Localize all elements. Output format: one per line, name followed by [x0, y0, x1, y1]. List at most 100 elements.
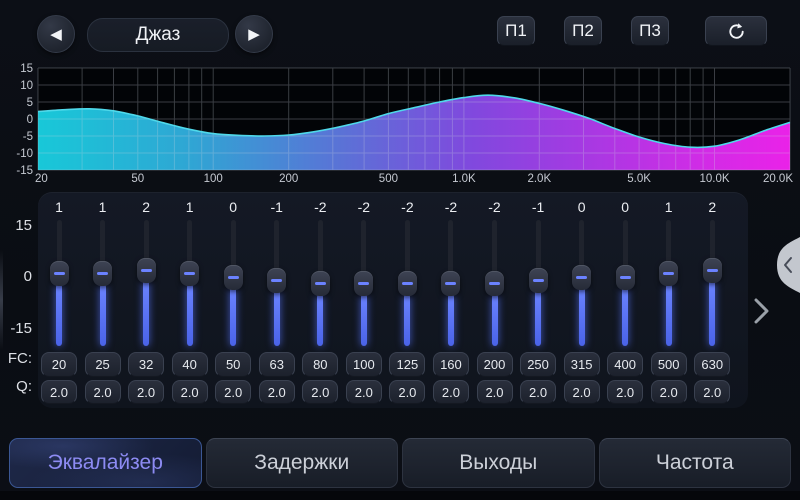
preset-slot-3-button[interactable]: П3 [631, 16, 669, 46]
band-630-slider-thumb[interactable] [703, 258, 722, 283]
preset-prev-button[interactable]: ◀ [37, 15, 75, 53]
band-40-thumb-mark [184, 272, 195, 275]
band-40-gain-value: 1 [168, 199, 212, 215]
y-axis-tick-label: -15 [16, 165, 33, 177]
fc-row-label: FC: [0, 351, 32, 367]
band-500-q-button[interactable]: 2.0 [651, 380, 687, 404]
band-315-q-button[interactable]: 2.0 [564, 380, 600, 404]
band-20-slider-thumb[interactable] [50, 261, 69, 286]
band-500-fc-button[interactable]: 500 [651, 352, 687, 377]
x-axis-tick-label: 50 [131, 173, 144, 185]
gain-scale-label: -15 [0, 321, 32, 337]
band-160-fc-button[interactable]: 160 [433, 352, 469, 377]
band-400-slider-fill [622, 287, 628, 346]
band-32-q-button[interactable]: 2.0 [128, 380, 164, 404]
band-125-fc-button[interactable]: 125 [389, 352, 425, 377]
band-20-q-button[interactable]: 2.0 [41, 380, 77, 404]
x-axis-tick-label: 2.0K [527, 173, 551, 185]
x-axis-tick-label: 200 [279, 173, 298, 185]
band-500-gain-value: 1 [647, 199, 691, 215]
band-125-gain-value: -2 [385, 199, 429, 215]
band-50-gain-value: 0 [211, 199, 255, 215]
band-63-thumb-mark [271, 279, 282, 282]
band-200-q-button[interactable]: 2.0 [477, 380, 513, 404]
band-40-q-button[interactable]: 2.0 [172, 380, 208, 404]
band-400-q-button[interactable]: 2.0 [607, 380, 643, 404]
preset-next-button[interactable]: ▶ [235, 15, 273, 53]
band-200-fc-button[interactable]: 200 [477, 352, 513, 377]
band-63-gain-value: -1 [255, 199, 299, 215]
band-250-fc-button[interactable]: 250 [520, 352, 556, 377]
band-200-gain-value: -2 [473, 199, 517, 215]
y-axis-tick-label: -5 [23, 131, 33, 143]
side-drawer-handle[interactable] [777, 237, 800, 293]
band-25-fc-button[interactable]: 25 [85, 352, 121, 377]
band-200-slider-thumb[interactable] [485, 271, 504, 296]
x-axis-tick-label: 5.0K [627, 173, 651, 185]
band-250-slider-thumb[interactable] [529, 268, 548, 293]
band-160-slider-thumb[interactable] [441, 271, 460, 296]
band-50-q-button[interactable]: 2.0 [215, 380, 251, 404]
band-20-slider-fill [56, 284, 62, 346]
band-80-q-button[interactable]: 2.0 [302, 380, 338, 404]
band-100-q-button[interactable]: 2.0 [346, 380, 382, 404]
band-100-fc-button[interactable]: 100 [346, 352, 382, 377]
preset-slot-2-button[interactable]: П2 [564, 16, 602, 46]
band-160-gain-value: -2 [429, 199, 473, 215]
right-arrow-icon: ▶ [248, 27, 260, 42]
band-160-q-button[interactable]: 2.0 [433, 380, 469, 404]
band-25-gain-value: 1 [81, 199, 125, 215]
band-250-gain-value: -1 [516, 199, 560, 215]
band-630-fc-button[interactable]: 630 [694, 352, 730, 377]
x-axis-tick-label: 100 [204, 173, 223, 185]
band-630-slider-fill [709, 280, 715, 346]
gain-scale-label: 15 [0, 218, 32, 234]
band-400-fc-button[interactable]: 400 [607, 352, 643, 377]
band-63-slider-thumb[interactable] [267, 268, 286, 293]
band-25-slider-thumb[interactable] [93, 261, 112, 286]
band-80-thumb-mark [315, 282, 326, 285]
preset-slot-1-button[interactable]: П1 [497, 16, 535, 46]
band-40-fc-button[interactable]: 40 [172, 352, 208, 377]
equalizer-screen: ◀ Джаз ▶ П1П2П3 151050-5-10-152050100200… [0, 0, 800, 500]
left-arrow-icon: ◀ [50, 27, 62, 42]
tab-delays[interactable]: Задержки [206, 438, 399, 488]
band-500-slider-thumb[interactable] [659, 261, 678, 286]
band-315-slider-fill [579, 287, 585, 346]
band-20-fc-button[interactable]: 20 [41, 352, 77, 377]
scroll-right-chevron[interactable] [752, 297, 772, 325]
tab-equalizer[interactable]: Эквалайзер [9, 438, 202, 488]
band-80-fc-button[interactable]: 80 [302, 352, 338, 377]
eq-curve-chart: 151050-5-10-1520501002005001.0K2.0K5.0K1… [0, 55, 800, 190]
band-315-slider-thumb[interactable] [572, 265, 591, 290]
y-axis-tick-label: -10 [16, 148, 33, 160]
x-axis-tick-label: 20 [35, 173, 48, 185]
band-32-slider-thumb[interactable] [137, 258, 156, 283]
band-63-fc-button[interactable]: 63 [259, 352, 295, 377]
band-315-fc-button[interactable]: 315 [564, 352, 600, 377]
x-axis-tick-label: 10.0K [699, 173, 729, 185]
preset-name-label: Джаз [136, 24, 181, 46]
band-250-q-button[interactable]: 2.0 [520, 380, 556, 404]
band-400-slider-thumb[interactable] [616, 265, 635, 290]
band-20-thumb-mark [54, 272, 65, 275]
band-25-q-button[interactable]: 2.0 [85, 380, 121, 404]
band-80-slider-fill [317, 294, 323, 346]
band-125-slider-thumb[interactable] [398, 271, 417, 296]
band-50-fc-button[interactable]: 50 [215, 352, 251, 377]
band-400-gain-value: 0 [603, 199, 647, 215]
preset-name-display[interactable]: Джаз [87, 18, 229, 52]
band-125-q-button[interactable]: 2.0 [389, 380, 425, 404]
band-100-slider-thumb[interactable] [354, 271, 373, 296]
band-63-q-button[interactable]: 2.0 [259, 380, 295, 404]
band-50-slider-thumb[interactable] [224, 265, 243, 290]
band-630-q-button[interactable]: 2.0 [694, 380, 730, 404]
band-32-thumb-mark [141, 269, 152, 272]
tab-outputs[interactable]: Выходы [402, 438, 595, 488]
reset-button[interactable] [705, 16, 767, 46]
band-80-slider-thumb[interactable] [311, 271, 330, 296]
band-40-slider-thumb[interactable] [180, 261, 199, 286]
band-32-fc-button[interactable]: 32 [128, 352, 164, 377]
band-32-gain-value: 2 [124, 199, 168, 215]
tab-frequency[interactable]: Частота [599, 438, 792, 488]
